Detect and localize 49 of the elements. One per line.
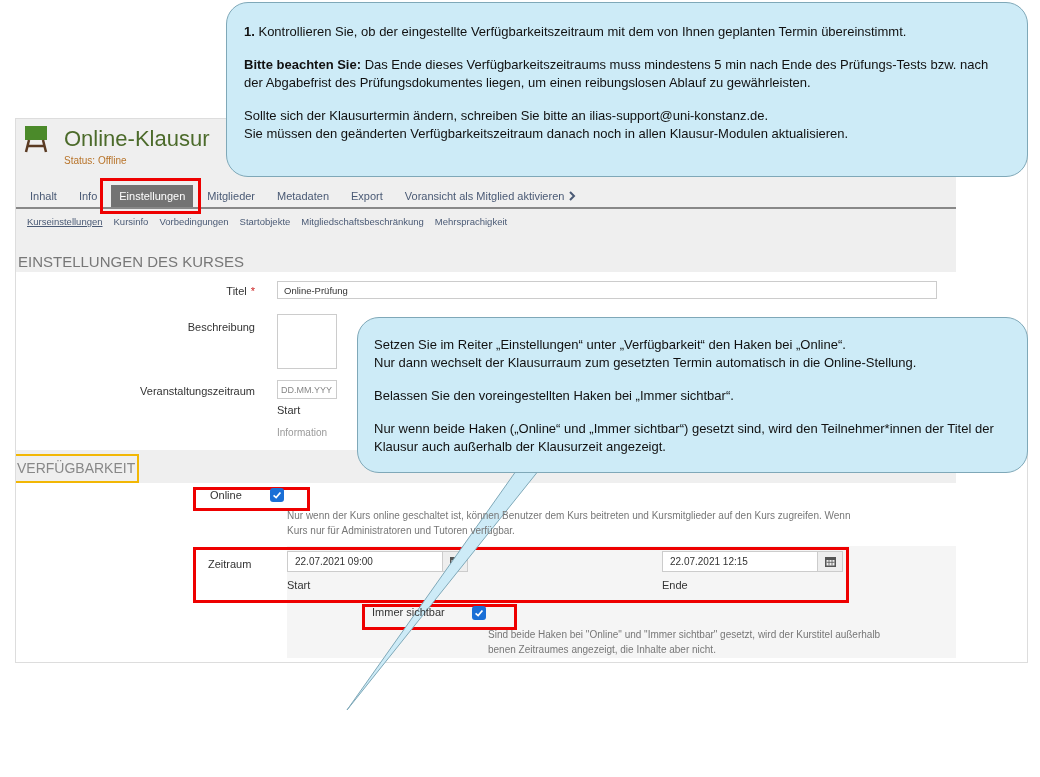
subtab-link[interactable]: Startobjekte bbox=[239, 214, 291, 230]
tab[interactable]: Einstellungen bbox=[111, 185, 194, 207]
subtab-link[interactable]: Mehrsprachigkeit bbox=[434, 214, 508, 230]
field-caption: Start bbox=[277, 403, 302, 418]
checkbox-label: Online bbox=[210, 487, 242, 503]
callout-text: Nur wenn beide Haken („Online“ und „Immer sichtbar“) gesetzt sind, wird den Teilnehmer*innen der Titel der Klausur auch außerhalb der Klausurzeit angezeigt. bbox=[374, 420, 995, 456]
course-title: Online-Klausur bbox=[64, 125, 210, 153]
date-time-field[interactable]: 22.07.2021 12:15 bbox=[662, 551, 843, 572]
check-icon bbox=[270, 489, 283, 501]
subtab-link[interactable]: Kursinfo bbox=[113, 214, 149, 230]
calendar-button[interactable] bbox=[817, 552, 842, 571]
callout-text: 1. Kontrollieren Sie, ob der eingestellte Verfügbarkeitszeitraum mit dem von Ihnen geplanten Termin übereinstimmt. bbox=[244, 23, 908, 41]
subtab-link[interactable]: Kurseinstellungen bbox=[27, 214, 103, 230]
tab[interactable]: Export bbox=[343, 185, 391, 207]
subtab-link[interactable]: Vorbedingungen bbox=[159, 214, 229, 230]
tab[interactable]: Inhalt bbox=[22, 185, 65, 207]
calendar-icon bbox=[824, 556, 836, 567]
tab[interactable]: Mitglieder bbox=[199, 185, 264, 207]
tab[interactable]: Voransicht als Mitglied aktivieren bbox=[396, 185, 585, 207]
callout-text: Setzen Sie im Reiter „Einstellungen“ unter „Verfügbarkeit“ den Haken bei „Online“. bbox=[374, 336, 847, 354]
text-field[interactable]: Online-Prüfung bbox=[277, 281, 937, 299]
checkbox[interactable] bbox=[269, 488, 284, 502]
date-time-field[interactable]: 22.07.2021 09:00 bbox=[287, 551, 468, 572]
field-value: 22.07.2021 09:00 bbox=[294, 555, 374, 569]
course-status: Status: Offline bbox=[64, 154, 128, 168]
tab[interactable]: Metadaten bbox=[269, 185, 337, 207]
required-mark: * bbox=[250, 284, 255, 299]
board-icon bbox=[24, 126, 48, 153]
tab[interactable]: Info bbox=[70, 185, 106, 207]
help-text: Information bbox=[277, 425, 329, 440]
field-label: Veranstaltungszeitraum bbox=[140, 384, 255, 399]
callout-text: Nur dann wechselt der Klausurraum zum gesetzten Termin automatisch in die Online-Stellung. bbox=[374, 354, 918, 372]
field-label: Beschreibung bbox=[187, 320, 255, 335]
callout-text: Sie müssen den geänderten Verfügbarkeitszeitraum danach noch in allen Klausur-Modulen aktualisieren. bbox=[244, 125, 850, 143]
subtab-link[interactable]: Mitgliedschaftsbeschränkung bbox=[301, 214, 424, 230]
callout-text: Belassen Sie den voreingestellten Haken bei „Immer sichtbar“. bbox=[374, 387, 735, 405]
field-label: Titel bbox=[226, 284, 247, 299]
date-field[interactable]: DD.MM.YYY bbox=[277, 380, 337, 399]
callout-text: Bitte beachten Sie: Das Ende dieses Verfügbarkeitszeitraums muss mindestens 5 min nach Ende des Prüfungs-Tests bzw. nach der Abgabefrist des Prüfungsdokumentes liegen, um einen reibungslosen Ablauf zu gewährleisten. bbox=[244, 56, 990, 92]
field-caption: Start bbox=[287, 578, 312, 593]
field-value: 22.07.2021 12:15 bbox=[669, 555, 749, 569]
callout-text: Sollte sich der Klausurtermin ändern, schreiben Sie bitte an ilias-support@uni-konstanz.de. bbox=[244, 107, 770, 125]
section-heading: EINSTELLUNGEN DES KURSES bbox=[17, 252, 245, 272]
help-text: Sind beide Haken bei "Online" und "Immer sichtbar" gesetzt, wird der Kurstitel außerhalb bbox=[488, 628, 882, 642]
chevron-right-icon bbox=[568, 191, 577, 201]
help-text: benen Zeitraumes angezeigt, die Inhalte aber nicht. bbox=[488, 643, 717, 657]
checkbox-label: Immer sichtbar bbox=[372, 605, 445, 621]
field-caption: Ende bbox=[662, 578, 689, 593]
field-label: Zeitraum bbox=[207, 557, 253, 572]
